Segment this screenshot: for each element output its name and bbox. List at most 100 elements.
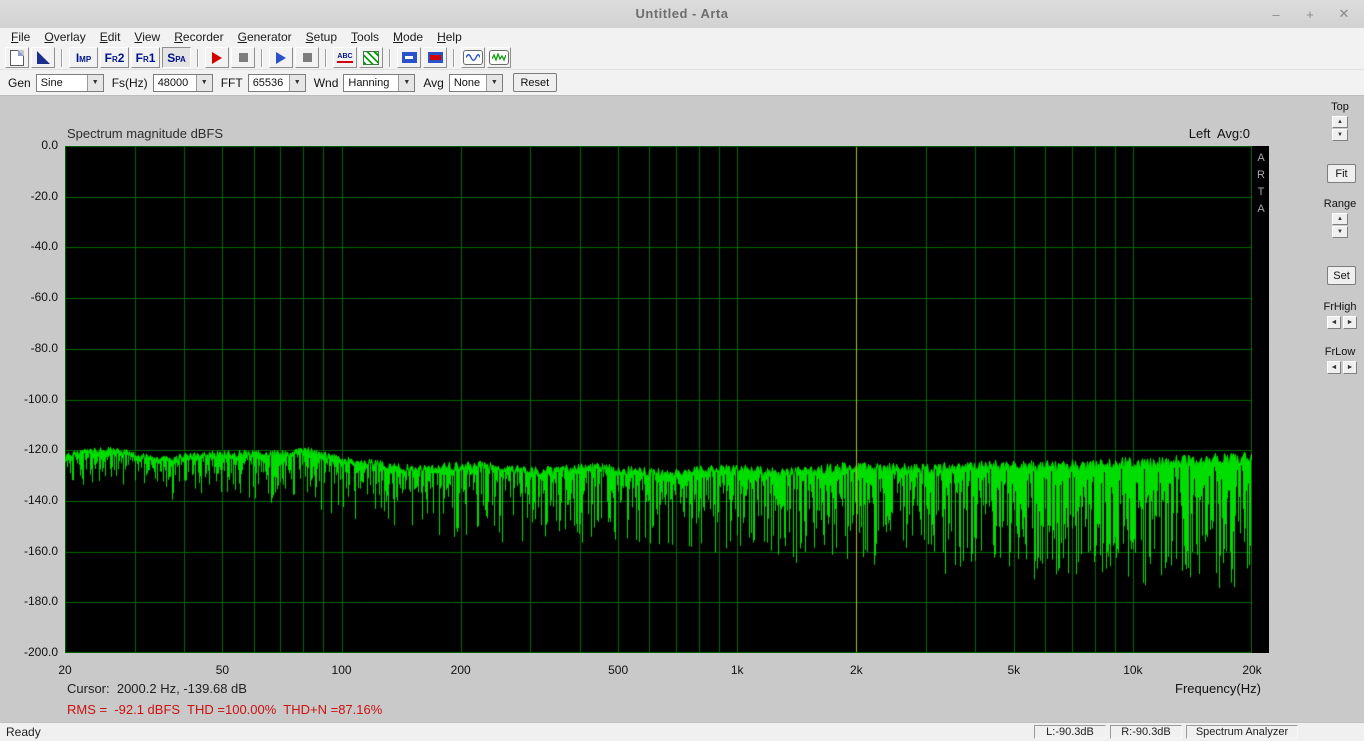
sample-rate-select[interactable]: 48000 ▼ bbox=[152, 73, 213, 92]
averaging-select[interactable]: None ▼ bbox=[448, 73, 503, 92]
y-tick-label: -40.0 bbox=[30, 239, 58, 254]
top-down-button[interactable]: ▼ bbox=[1332, 129, 1348, 141]
gen-label: Gen bbox=[8, 75, 31, 90]
record-button[interactable] bbox=[205, 47, 229, 68]
spectrum-canvas[interactable] bbox=[65, 146, 1252, 653]
right-level-indicator: R:-90.3dB bbox=[1110, 725, 1182, 739]
sine-wave-icon bbox=[463, 50, 483, 65]
y-tick-label: 0.0 bbox=[41, 138, 58, 152]
mode-fr1-button[interactable]: Fr1 bbox=[131, 47, 160, 68]
titlebar[interactable]: Untitled - Arta – + ✕ bbox=[0, 0, 1364, 29]
range-label: Range bbox=[1323, 198, 1357, 210]
x-tick-label: 500 bbox=[608, 663, 629, 677]
overlay-corner-icon bbox=[36, 51, 50, 64]
dropdown-arrow-icon[interactable]: ▼ bbox=[86, 74, 103, 91]
mode-spa-button[interactable]: Spa bbox=[162, 47, 191, 68]
fit-button[interactable]: Fit bbox=[1327, 164, 1356, 183]
menu-item-mode[interactable]: Mode bbox=[386, 29, 430, 45]
close-button[interactable]: ✕ bbox=[1334, 4, 1354, 24]
mic-gain-button[interactable] bbox=[397, 47, 421, 68]
fft-size-value: 65536 bbox=[252, 76, 284, 89]
frlow-left-button[interactable]: ◄ bbox=[1327, 361, 1341, 374]
x-tick-label: 10k bbox=[1123, 663, 1143, 677]
menu-item-help[interactable]: Help bbox=[430, 29, 469, 45]
plot-title: Spectrum magnitude dBFS bbox=[67, 126, 224, 141]
toolbar-separator bbox=[261, 48, 263, 67]
range-up-button[interactable]: ▲ bbox=[1332, 213, 1348, 225]
x-tick-label: 20k bbox=[1242, 663, 1262, 677]
frlow-label: FrLow bbox=[1324, 346, 1356, 358]
menu-item-generator[interactable]: Generator bbox=[231, 29, 299, 45]
window-title: Untitled - Arta bbox=[635, 6, 729, 21]
x-tick-label: 100 bbox=[331, 663, 352, 677]
channel-average-info: Left Avg:0 bbox=[1188, 126, 1250, 141]
arta-window: Untitled - Arta – + ✕ File Overlay Edit … bbox=[0, 0, 1364, 741]
window-function-select[interactable]: Hanning ▼ bbox=[343, 73, 416, 92]
menu-item-recorder[interactable]: Recorder bbox=[167, 29, 230, 45]
up-arrow-icon: ▲ bbox=[1337, 216, 1343, 222]
measurement-readout: RMS = -92.1 dBFS THD =100.00% THD+N =87.… bbox=[67, 702, 383, 717]
menu-item-edit[interactable]: Edit bbox=[93, 29, 128, 45]
plot-client-area: Spectrum magnitude dBFS Left Avg:0 A R T… bbox=[0, 96, 1364, 723]
menu-item-overlay[interactable]: Overlay bbox=[37, 29, 92, 45]
minimize-button[interactable]: – bbox=[1266, 4, 1286, 24]
menubar: File Overlay Edit View Recorder Generato… bbox=[0, 28, 1364, 46]
play-stop-button[interactable] bbox=[295, 47, 319, 68]
generator-type-select[interactable]: Sine ▼ bbox=[35, 73, 104, 92]
menu-item-file[interactable]: File bbox=[4, 29, 37, 45]
range-down-button[interactable]: ▼ bbox=[1332, 226, 1348, 238]
status-ready-text: Ready bbox=[6, 725, 41, 739]
abc-labels-icon: ABC bbox=[337, 53, 353, 63]
frhigh-label: FrHigh bbox=[1323, 301, 1357, 313]
toolbar-separator bbox=[61, 48, 63, 67]
arta-watermark: A R T A bbox=[1257, 152, 1265, 215]
dropdown-arrow-icon[interactable]: ▼ bbox=[398, 74, 415, 91]
overlay-button[interactable] bbox=[31, 47, 55, 68]
y-tick-label: -200.0 bbox=[23, 645, 58, 659]
right-arrow-icon: ► bbox=[1346, 319, 1354, 326]
new-file-button[interactable] bbox=[5, 47, 29, 68]
y-tick-label: -100.0 bbox=[23, 391, 58, 406]
generator-type-value: Sine bbox=[40, 76, 63, 89]
mode-indicator: Spectrum Analyzer bbox=[1186, 725, 1298, 739]
labels-button[interactable]: ABC bbox=[333, 47, 357, 68]
reset-button[interactable]: Reset bbox=[512, 73, 557, 92]
y-tick-label: -180.0 bbox=[23, 594, 58, 609]
avg-label: Avg bbox=[423, 75, 444, 90]
down-arrow-icon: ▼ bbox=[1337, 229, 1343, 235]
dropdown-arrow-icon[interactable]: ▼ bbox=[288, 74, 305, 91]
play-button[interactable] bbox=[269, 47, 293, 68]
mode-imp-button[interactable]: Imp bbox=[69, 47, 98, 68]
window-function-value: Hanning bbox=[348, 76, 390, 89]
left-arrow-icon: ◄ bbox=[1330, 319, 1338, 326]
frlow-right-button[interactable]: ► bbox=[1343, 361, 1357, 374]
play-blue-icon bbox=[276, 51, 286, 64]
wnd-label: Wnd bbox=[313, 75, 339, 90]
record-stop-button[interactable] bbox=[231, 47, 255, 68]
set-button[interactable]: Set bbox=[1327, 266, 1356, 285]
mode-fr2-button[interactable]: Fr2 bbox=[100, 47, 129, 68]
spectrum-plot: A R T A bbox=[65, 146, 1269, 653]
mic-gain-icon bbox=[401, 52, 417, 63]
x-tick-label: 5k bbox=[1007, 663, 1021, 677]
top-up-button[interactable]: ▲ bbox=[1332, 116, 1348, 128]
noise-generator-button[interactable] bbox=[487, 47, 511, 68]
dropdown-arrow-icon[interactable]: ▼ bbox=[485, 74, 502, 91]
fft-size-select[interactable]: 65536 ▼ bbox=[247, 73, 306, 92]
right-arrow-icon: ► bbox=[1346, 364, 1354, 371]
menu-item-view[interactable]: View bbox=[127, 29, 167, 45]
frhigh-left-button[interactable]: ◄ bbox=[1327, 316, 1341, 329]
menu-item-tools[interactable]: Tools bbox=[344, 29, 386, 45]
level-meter-button[interactable] bbox=[423, 47, 447, 68]
left-arrow-icon: ◄ bbox=[1330, 364, 1338, 371]
top-label: Top bbox=[1331, 101, 1349, 113]
x-axis-label: Frequency(Hz) bbox=[1175, 681, 1261, 696]
frhigh-right-button[interactable]: ► bbox=[1343, 316, 1357, 329]
dropdown-arrow-icon[interactable]: ▼ bbox=[195, 74, 212, 91]
maximize-button[interactable]: + bbox=[1300, 4, 1320, 24]
menu-item-setup[interactable]: Setup bbox=[299, 29, 344, 45]
status-bar: Ready L:-90.3dB R:-90.3dB Spectrum Analy… bbox=[0, 722, 1364, 741]
x-tick-label: 1k bbox=[730, 663, 744, 677]
sine-generator-button[interactable] bbox=[461, 47, 485, 68]
calibrate-button[interactable] bbox=[359, 47, 383, 68]
